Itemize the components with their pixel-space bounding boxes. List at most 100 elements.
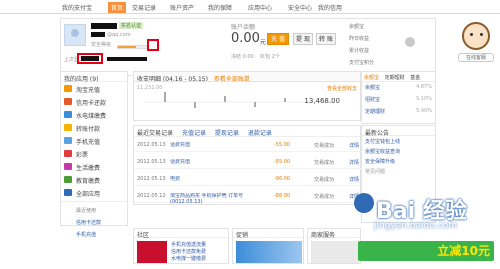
chart-all-link[interactable]: 查看全部收支: [327, 85, 357, 92]
chart-amount: 13,468.00: [304, 97, 340, 105]
sidebar-app-label: 全部应用: [76, 191, 101, 198]
app-icon: [64, 124, 72, 131]
tab-refund[interactable]: 退款记录: [248, 130, 272, 137]
app-icon: [64, 163, 72, 170]
sidebar-app-item[interactable]: 教育缴费: [61, 173, 127, 186]
sidebar-app-item[interactable]: 全部应用: [61, 186, 127, 199]
record-status: 交易成功: [314, 177, 335, 183]
nav-security[interactable]: 安全中心: [288, 3, 312, 12]
chart-bar: [284, 98, 286, 102]
product-row[interactable]: 定期理财 5.40%: [362, 106, 435, 118]
record-status: 交易成功: [314, 194, 335, 200]
coupon-value[interactable]: 2个: [272, 54, 280, 60]
sidebar-app-label: 生活缴费: [76, 165, 101, 172]
record-title[interactable]: 电费: [170, 176, 268, 182]
chart-bar: [164, 92, 166, 102]
mascot-label[interactable]: 在线客服: [458, 53, 494, 62]
nav-home[interactable]: 首页: [108, 2, 127, 13]
nav-transactions[interactable]: 交易记录: [132, 3, 156, 12]
notice-item[interactable]: 常见问题: [362, 166, 435, 176]
security-progress-bar: [117, 45, 149, 49]
transfer-button[interactable]: 转 账: [316, 33, 336, 45]
community-thumb-image[interactable]: [137, 241, 167, 263]
nav-protection[interactable]: 我的保障: [208, 3, 232, 12]
record-detail-link[interactable]: 详情: [349, 176, 359, 183]
nav-my-alipay[interactable]: 我的支付宝: [62, 3, 92, 12]
notice-head: 最新公告: [362, 126, 435, 137]
promo-banner-discount[interactable]: 立减10元: [358, 241, 494, 261]
chart-bar: [194, 102, 196, 108]
sidebar-app-item[interactable]: 转账付款: [61, 121, 127, 134]
sidebar-app-item[interactable]: 水电煤缴费: [61, 108, 127, 121]
sidebar-app-label: 信用卡还款: [76, 100, 107, 107]
top-navigation: 我的支付宝 首页 交易记录 账户资产 我的保障 应用中心 安全中心 我的信用: [0, 0, 500, 14]
frozen-value: 0.00: [242, 54, 254, 60]
notice-item[interactable]: 余额宝收益查询: [362, 146, 435, 156]
notice-item[interactable]: 支付宝钱包上线: [362, 136, 435, 146]
record-amount: -88.00: [274, 193, 291, 199]
customer-service-mascot[interactable]: 在线客服: [456, 22, 496, 64]
highlight-box-icon[interactable]: [147, 39, 159, 51]
income-expense-header: 收支明细 (04.16 - 05.15) 查看全部账单: [133, 71, 361, 83]
baidu-paw-logo-icon: [354, 193, 374, 213]
nav-credit[interactable]: 我的信用: [318, 3, 342, 12]
product-row[interactable]: 余额宝 4.87%: [362, 82, 435, 94]
community-links: 手机充值送流量 信用卡还款免费 水电煤一键缴费: [171, 242, 207, 262]
frozen-label: 冻结: [231, 54, 242, 60]
sidebar-divider: [61, 201, 127, 202]
income-expense-chart: 11,231.00 13,468.00 查看全部收支: [133, 81, 361, 121]
sidebar-app-item[interactable]: 淘宝充值: [61, 82, 127, 95]
sidebar-app-item[interactable]: 彩票: [61, 147, 127, 160]
sidebar-app-label: 转账付款: [76, 126, 101, 133]
tab-recharge[interactable]: 充值记录: [182, 130, 206, 137]
sidebar-app-item[interactable]: 手机充值: [61, 134, 127, 147]
promo-banner-image[interactable]: [236, 241, 302, 263]
record-date: 2012.05.13: [137, 142, 166, 148]
table-row[interactable]: 2012.05.13 话费充值 -55.00 交易成功 详情: [134, 155, 362, 169]
record-detail-link[interactable]: 详情: [349, 159, 359, 166]
record-title[interactable]: 话费充值: [170, 142, 268, 148]
table-row[interactable]: 2012.05.12 淘宝商品购买 手机保护壳 订单号 (0012.05.13) -…: [134, 189, 362, 205]
sidebar-app-item[interactable]: 信用卡还款: [61, 95, 127, 108]
app-icon: [64, 150, 72, 157]
balance-amount: 0.00: [231, 31, 260, 46]
finance-tabs: 余额宝 定期理财 基金: [362, 72, 435, 82]
record-date: 2012.05.12: [137, 193, 166, 199]
record-status: 交易成功: [314, 143, 335, 149]
table-row[interactable]: 2012.05.13 电费 -96.00 交易成功 详情: [134, 172, 362, 186]
sidebar-recent-1[interactable]: 信用卡还款: [61, 216, 127, 228]
community-box: 社区 手机充值送流量 信用卡还款免费 水电煤一键缴费: [133, 228, 229, 264]
avatar[interactable]: [64, 24, 86, 46]
sidebar-app-item[interactable]: 生活缴费: [61, 160, 127, 173]
app-icon: [64, 137, 72, 144]
record-title[interactable]: 淘宝商品购买 手机保护壳 订单号 (0012.05.13): [170, 193, 268, 205]
sidebar-app-label: 水电煤缴费: [76, 113, 107, 120]
tab-recent[interactable]: 最近交易记录: [137, 130, 173, 137]
recharge-button[interactable]: 充 值: [267, 33, 289, 45]
right-line-4[interactable]: 支付宝积分: [349, 59, 374, 66]
nav-assets[interactable]: 账户资产: [170, 3, 194, 12]
record-amount: -55.00: [274, 142, 291, 148]
nav-apps[interactable]: 应用中心: [248, 3, 272, 12]
product-row[interactable]: 招财宝 5.10%: [362, 94, 435, 106]
table-row[interactable]: 2012.05.13 话费充值 -55.00 交易成功 详情: [134, 138, 362, 152]
sidebar-head: 我的应用 (9): [61, 72, 127, 83]
record-status: 交易成功: [314, 160, 335, 166]
withdraw-button[interactable]: 提 现: [293, 33, 313, 45]
balance-label: 账户余额: [231, 24, 256, 31]
yuebao-block: 余额宝 昨日收益 累计收益 支付宝积分: [341, 21, 435, 75]
email-suffix: @qq.com: [107, 32, 131, 38]
notice-item[interactable]: 安全保障升级: [362, 156, 435, 166]
account-summary-card: 实名认证 @qq.com 安全等级 上次登录 账户余额 0.00 元 充 值 提…: [60, 18, 436, 76]
tab-withdraw[interactable]: 提现记录: [215, 130, 239, 137]
sidebar-recent-2[interactable]: 手机充值: [61, 228, 127, 240]
record-date: 2012.05.13: [137, 159, 166, 165]
sidebar-app-label: 彩票: [76, 152, 89, 159]
record-detail-link[interactable]: 详情: [349, 142, 359, 149]
record-amount: -55.00: [274, 159, 291, 165]
right-line-1[interactable]: 余额宝: [349, 23, 364, 30]
chart-bar: [254, 102, 256, 107]
record-title[interactable]: 话费充值: [170, 159, 268, 165]
sidebar-app-label: 手机充值: [76, 139, 101, 146]
security-level-label: 安全等级: [91, 42, 112, 48]
